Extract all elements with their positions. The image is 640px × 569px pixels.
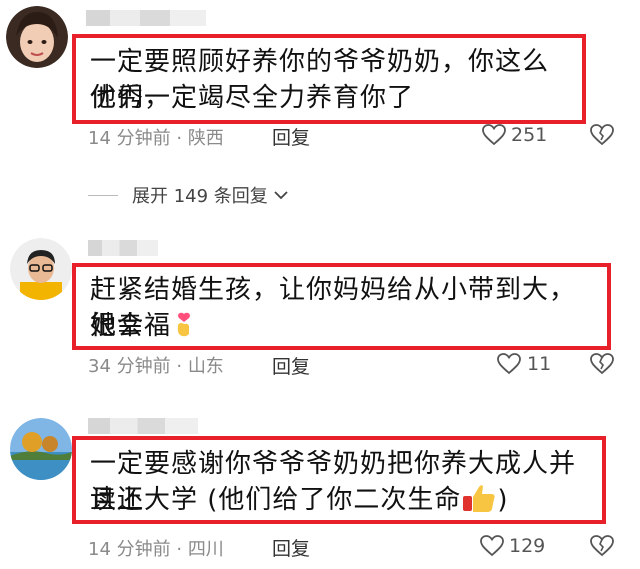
comment-meta: 14 分钟前 · 陕西 [88, 124, 224, 150]
avatar[interactable] [6, 6, 68, 68]
meta-separator: · [170, 128, 188, 149]
broken-heart-icon[interactable] [590, 535, 614, 557]
thumbs-up-emoji-icon [463, 485, 496, 512]
username-blurred[interactable] [88, 418, 198, 434]
heart-outline-icon[interactable] [482, 124, 506, 146]
meta-separator: · [170, 356, 188, 377]
closing-paren: ) [497, 485, 509, 515]
like-count: 129 [509, 535, 546, 557]
finger-heart-emoji-icon [177, 312, 190, 337]
comment-text-line2-text: 读上大学 (他们给了你二次生命 [90, 485, 462, 515]
expand-replies[interactable]: 展开 149 条回复 [88, 182, 288, 208]
reply-button[interactable]: 回复 [272, 352, 310, 379]
comment-text-line2-text: 很幸福 [90, 311, 172, 341]
meta-separator: · [170, 539, 188, 560]
comment-text-line2: 很幸福 [90, 308, 599, 344]
comment-location: 四川 [187, 539, 224, 560]
reply-button[interactable]: 回复 [272, 123, 310, 150]
heart-outline-icon[interactable] [497, 353, 521, 375]
like-count: 11 [527, 353, 552, 375]
comment-highlight-box: 赶紧结婚生孩，让你妈妈给从小带到大，她会 很幸福 [72, 263, 611, 350]
comment-location: 陕西 [187, 128, 224, 149]
username-blurred[interactable] [86, 10, 206, 26]
comment-time: 34 分钟前 [88, 356, 171, 377]
chevron-down-icon [274, 191, 288, 200]
comment-highlight-box: 一定要照顾好养你的爷爷奶奶，你这么优秀， 他们一定竭尽全力养育你了 [72, 34, 586, 124]
broken-heart-icon[interactable] [590, 124, 614, 146]
comment-location: 山东 [187, 356, 224, 377]
expand-replies-label: 展开 149 条回复 [132, 186, 268, 207]
comment-highlight-box: 一定要感谢你爷爷爷奶奶把你养大成人并且还 读上大学 (他们给了你二次生命 ) [72, 436, 606, 524]
reply-button[interactable]: 回复 [272, 534, 310, 561]
comment-meta: 14 分钟前 · 四川 [88, 535, 224, 561]
divider-line [88, 194, 118, 196]
comment-text-line2: 他们一定竭尽全力养育你了 [90, 83, 415, 113]
avatar[interactable] [10, 418, 72, 480]
username-blurred[interactable] [88, 240, 158, 256]
comment-time: 14 分钟前 [88, 128, 171, 149]
comment-text-line2: 读上大学 (他们给了你二次生命 ) [90, 482, 594, 518]
comment-meta: 34 分钟前 · 山东 [88, 352, 224, 378]
comment-time: 14 分钟前 [88, 539, 171, 560]
broken-heart-icon[interactable] [590, 353, 614, 375]
like-count: 251 [511, 124, 548, 146]
avatar[interactable] [10, 238, 72, 300]
heart-outline-icon[interactable] [480, 535, 504, 557]
